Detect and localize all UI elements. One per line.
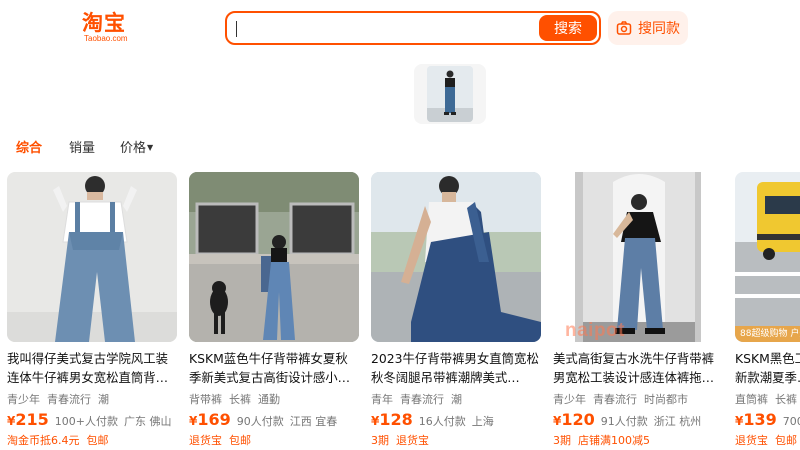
product-card[interactable]: naipot 美式高街复古水洗牛仔背带裤男宽松工装设计感连体裤拖… 青少年 青春流… [553, 172, 723, 450]
product-tag: 背带裤 [189, 393, 222, 406]
search-same-style-button[interactable]: 搜同款 [608, 11, 688, 45]
sales-count: 700+ [782, 415, 800, 428]
product-card[interactable]: KSKM蓝色牛仔背带裤女夏秋季新美式复古高街设计感小… 背带裤 长裤 通勤 ¥169… [189, 172, 359, 450]
product-title[interactable]: 我叫得仔美式复古学院风工装连体牛仔裤男女宽松直筒背… [7, 349, 177, 387]
product-tag: 青少年 [553, 393, 586, 406]
tab-price[interactable]: 价格▼ [120, 137, 153, 156]
sales-count: 90人付款 [236, 415, 284, 428]
product-price: 120 [561, 410, 595, 429]
logo-domain: Taobao.com [84, 34, 128, 43]
taobao-logo[interactable]: 淘宝 Taobao.com [82, 12, 142, 46]
product-title[interactable]: 2023牛仔背带裤男女直筒宽松秋冬阔腿吊带裤潮牌美式… [371, 349, 541, 387]
price-row: ¥169 90人付款 江西 宜春 [189, 410, 343, 429]
product-tags: 背带裤 长裤 通勤 [189, 391, 287, 407]
currency-symbol: ¥ [553, 414, 562, 428]
product-card[interactable]: 88超级购物 户外 KSKM黑色工装背带裤女夏季新款潮夏季… 直筒裤长裤 ¥13… [735, 172, 800, 450]
chevron-down-icon: ▼ [147, 143, 154, 152]
currency-symbol: ¥ [7, 414, 16, 428]
product-image[interactable] [189, 172, 359, 342]
product-tag: 青年 [371, 393, 393, 406]
promo-row: 退货宝 包邮 [189, 432, 258, 448]
product-tag: 长裤 [775, 393, 797, 406]
product-tag: 青春流行 [47, 393, 91, 406]
promo-row: 淘金币抵6.4元 包邮 [7, 432, 116, 448]
sales-count: 100+人付款 [54, 415, 118, 428]
price-row: ¥139 700+ [735, 410, 800, 429]
product-tags: 青年 青春流行潮 [371, 391, 469, 407]
product-tag: 直筒裤 [735, 393, 768, 406]
search-bar: 搜索 [225, 11, 601, 45]
promo-tag: 3期 [553, 434, 571, 447]
sales-count: 91人付款 [600, 415, 648, 428]
product-card[interactable]: 2023牛仔背带裤男女直筒宽松秋冬阔腿吊带裤潮牌美式… 青年 青春流行潮 ¥128… [371, 172, 541, 450]
promo-tag: 退货宝 [396, 434, 429, 447]
product-image[interactable] [371, 172, 541, 342]
seller-location: 上海 [471, 415, 494, 428]
tab-comprehensive[interactable]: 综合 [16, 137, 42, 156]
promo-row: 3期 店铺满100减5 [553, 432, 657, 448]
price-row: ¥215 100+人付款 广东 佛山 [7, 410, 177, 429]
product-title[interactable]: KSKM蓝色牛仔背带裤女夏秋季新美式复古高街设计感小… [189, 349, 359, 387]
product-price: 215 [15, 410, 49, 429]
promo-tag: 包邮 [775, 434, 797, 447]
product-tags: 青少年 青春流行 时尚都市 [553, 391, 695, 407]
seller-location: 浙江 杭州 [653, 415, 702, 428]
product-grid: 我叫得仔美式复古学院风工装连体牛仔裤男女宽松直筒背… 青少年 青春流行潮 ¥215… [7, 172, 800, 450]
product-tags: 青少年 青春流行潮 [7, 391, 116, 407]
product-image[interactable]: 88超级购物 户外 [735, 172, 800, 342]
query-image [427, 66, 473, 122]
product-tag: 通勤 [258, 393, 280, 406]
product-price: 169 [197, 410, 231, 429]
sales-count: 16人付款 [418, 415, 466, 428]
product-price: 139 [743, 410, 777, 429]
product-tag: 潮 [451, 393, 462, 406]
promo-tag: 淘金币抵6.4元 [7, 434, 80, 447]
product-price: 128 [379, 410, 413, 429]
search-same-style-label: 搜同款 [638, 21, 680, 37]
query-image-thumbnail[interactable] [414, 64, 486, 124]
tab-sales[interactable]: 销量 [69, 137, 95, 156]
product-image[interactable]: naipot [553, 172, 723, 342]
promo-tag: 包邮 [229, 434, 251, 447]
price-row: ¥120 91人付款 浙江 杭州 [553, 410, 707, 429]
promo-tag: 3期 [371, 434, 389, 447]
product-title[interactable]: KSKM黑色工装背带裤女夏季新款潮夏季… [735, 349, 800, 387]
promo-row: 退货宝 包邮 [735, 432, 800, 448]
seller-location: 广东 佛山 [123, 415, 172, 428]
promo-tag: 包邮 [86, 434, 109, 447]
promo-badge: 88超级购物 户外 [735, 326, 800, 342]
price-row: ¥128 16人付款 上海 [371, 410, 500, 429]
product-tag: 青春流行 [593, 393, 637, 406]
product-tag: 青少年 [7, 393, 40, 406]
promo-row: 3期 退货宝 [371, 432, 436, 448]
shop-watermark: naipot [565, 320, 625, 341]
product-tag: 时尚都市 [644, 393, 688, 406]
product-title[interactable]: 美式高街复古水洗牛仔背带裤男宽松工装设计感连体裤拖… [553, 349, 723, 387]
currency-symbol: ¥ [735, 414, 744, 428]
search-input[interactable] [237, 19, 537, 39]
search-button[interactable]: 搜索 [539, 15, 597, 41]
product-tag: 青春流行 [400, 393, 444, 406]
currency-symbol: ¥ [371, 414, 380, 428]
product-image[interactable] [7, 172, 177, 342]
product-tags: 直筒裤 长裤 [735, 391, 800, 407]
promo-tag: 退货宝 [735, 434, 768, 447]
product-tag: 潮 [98, 393, 109, 406]
currency-symbol: ¥ [189, 414, 198, 428]
badge-suffix: 户外 [790, 329, 800, 339]
camera-icon [616, 21, 632, 35]
logo-text: 淘宝 [82, 11, 126, 35]
product-card[interactable]: 我叫得仔美式复古学院风工装连体牛仔裤男女宽松直筒背… 青少年 青春流行潮 ¥215… [7, 172, 177, 450]
promo-tag: 店铺满100减5 [578, 434, 650, 447]
product-tag: 长裤 [229, 393, 251, 406]
seller-location: 江西 宜春 [289, 415, 338, 428]
promo-tag: 退货宝 [189, 434, 222, 447]
